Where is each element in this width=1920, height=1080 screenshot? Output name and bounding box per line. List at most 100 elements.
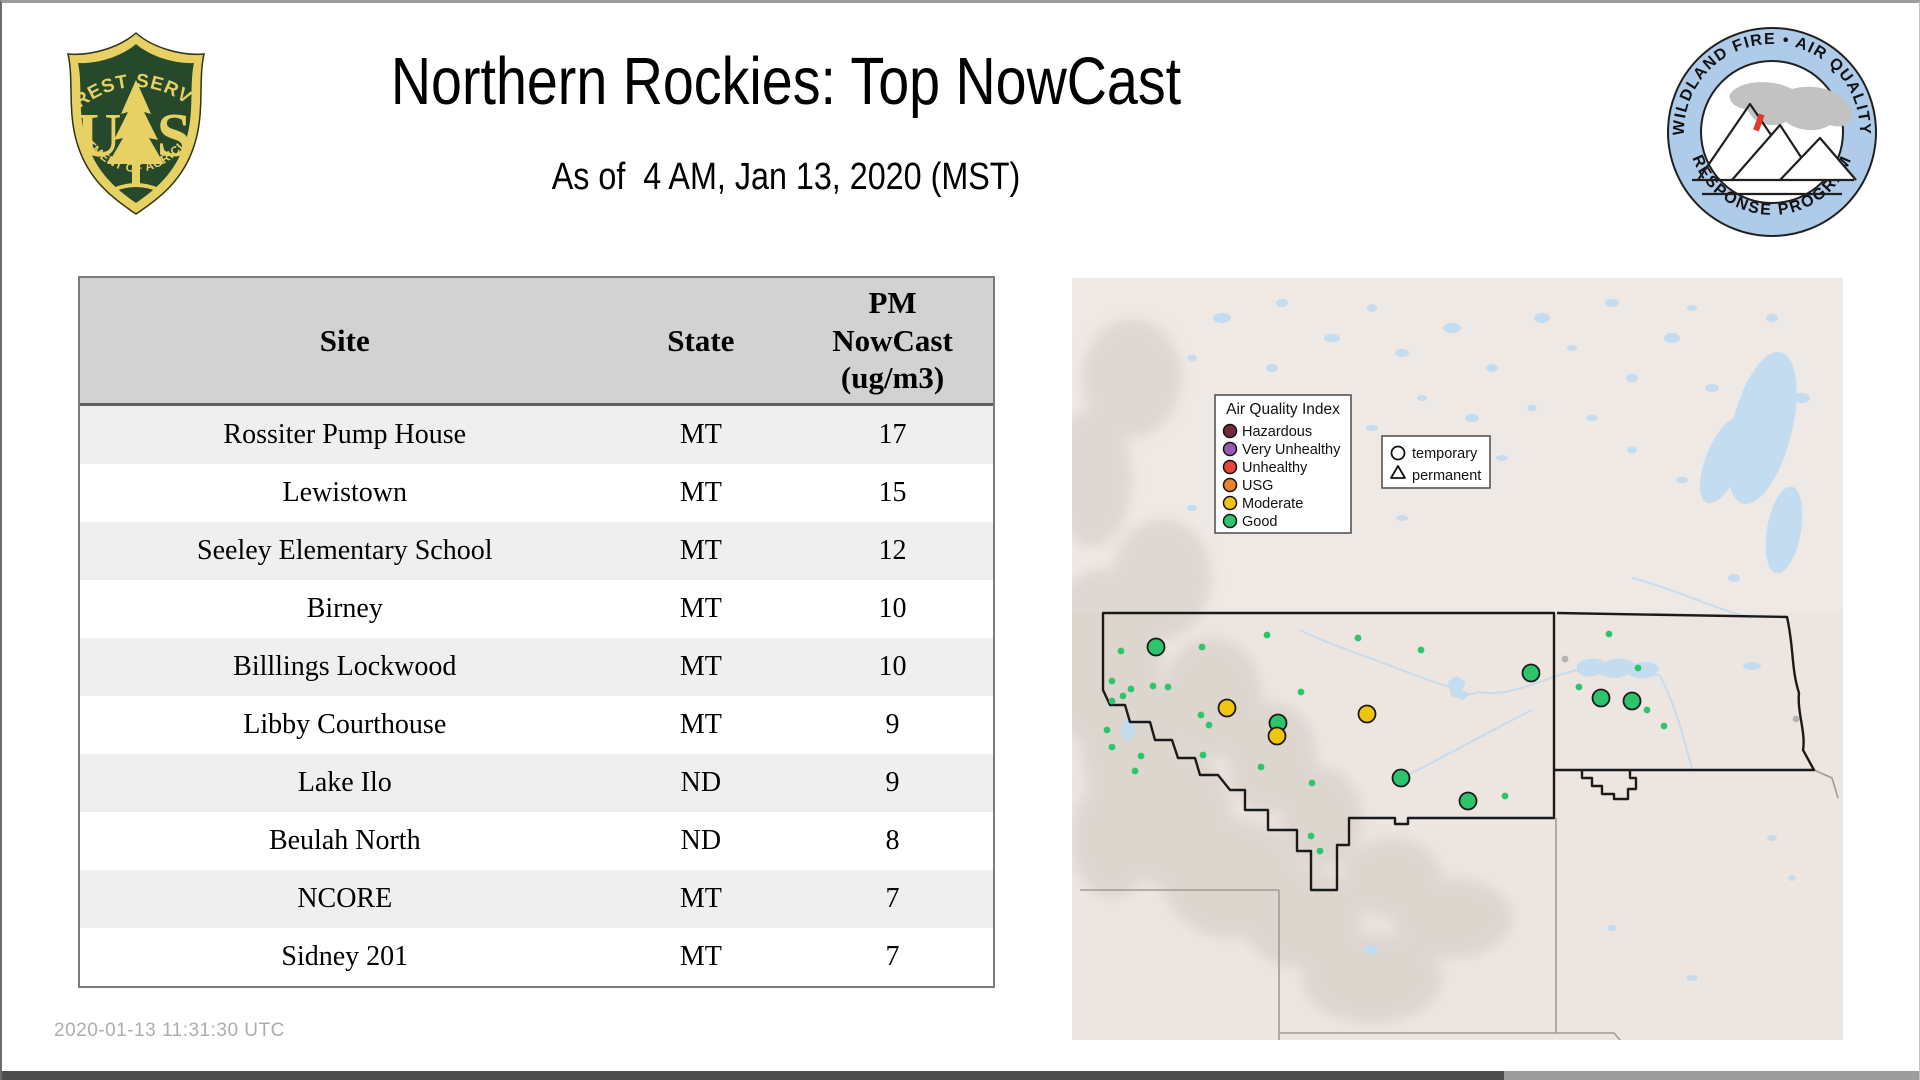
monitor-site-small [1197, 711, 1205, 719]
monitor-site-small [1199, 751, 1207, 759]
monitor-site-small [1164, 683, 1172, 691]
monitor-site-large [1357, 704, 1377, 724]
monitor-site-small [1137, 752, 1145, 760]
page-title: Northern Rockies: Top NowCast [390, 44, 1182, 119]
site-cell: Lewistown [282, 477, 407, 508]
monitor-site-small [1108, 677, 1116, 685]
aqi-legend-title: Air Quality Index [1226, 401, 1340, 418]
legend-dot-usg [1222, 477, 1238, 493]
monitor-site-small [1257, 763, 1265, 771]
monitor-site-small [1119, 692, 1127, 700]
nowcast-cell: 12 [878, 535, 907, 566]
monitor-site-small [1561, 655, 1569, 663]
state-cell: MT [679, 593, 722, 624]
monitor-site-large [1146, 637, 1166, 657]
nowcast-cell: 7 [885, 883, 900, 914]
nowcast-cell: 10 [878, 651, 907, 682]
monitor-site-small [1316, 847, 1324, 855]
monitor-site-small [1108, 697, 1116, 705]
nowcast-cell: 9 [885, 709, 900, 740]
monitor-site-small [1605, 630, 1613, 638]
wfaqrp-logo: WILDLAND FIRE • AIR QUALITY RESPONSE PRO… [1662, 22, 1882, 247]
monitor-site-small [1308, 779, 1316, 787]
nowcast-cell: 10 [878, 593, 907, 624]
table-row: Libby Courthouse MT 9 [80, 696, 993, 754]
usfs-logo: FOREST SERVICE U S DEPARTMENT OF AGRICUL… [47, 12, 217, 225]
legend-dot-very-unhealthy [1222, 441, 1238, 457]
state-cell: MT [679, 651, 722, 682]
wfaqrp-seal-icon: WILDLAND FIRE • AIR QUALITY RESPONSE PRO… [1667, 27, 1877, 237]
aqi-map: Air Quality Index Hazardous Very Unhealth… [1042, 278, 1843, 1041]
legend-dot-unhealthy [1222, 459, 1238, 475]
progress-scrollbar[interactable] [0, 1071, 1920, 1080]
marker-type-legend: temporary permanent [1381, 435, 1491, 489]
column-header-state: State [667, 322, 735, 358]
monitor-site-large [1267, 726, 1287, 746]
site-cell: Seeley Elementary School [197, 535, 493, 566]
aqi-legend: Air Quality Index Hazardous Very Unhealth… [1214, 394, 1352, 534]
table-row: Sidney 201 MT 7 [80, 928, 993, 986]
table-row: NCORE MT 7 [80, 870, 993, 928]
nowcast-cell: 9 [885, 767, 900, 798]
monitor-site-small [1149, 682, 1157, 690]
monitor-site-small [1117, 647, 1125, 655]
nowcast-cell: 17 [878, 419, 907, 450]
table-body: Rossiter Pump House MT 17 Lewistown MT 15 Seel… [80, 406, 993, 986]
nowcast-cell: 7 [885, 941, 900, 972]
site-cell: Birney [306, 593, 383, 624]
monitor-site-small [1198, 643, 1206, 651]
site-cell: Sidney 201 [281, 941, 409, 972]
legend-label: Good [1242, 514, 1277, 530]
monitor-site-large [1217, 698, 1237, 718]
monitor-site-small [1792, 715, 1800, 723]
monitor-site-small [1131, 767, 1139, 775]
state-cell: MT [679, 477, 722, 508]
site-cell: Libby Courthouse [243, 709, 447, 740]
table-row: Beulah North ND 8 [80, 812, 993, 870]
site-cell: Beulah North [268, 825, 421, 856]
legend-dot-hazardous [1222, 423, 1238, 439]
state-cell: MT [679, 535, 722, 566]
monitor-site-small [1354, 634, 1362, 642]
monitor-site-large [1391, 768, 1411, 788]
site-cell: NCORE [297, 883, 393, 914]
site-cell: Rossiter Pump House [223, 419, 467, 450]
legend-dot-good [1222, 513, 1238, 529]
monitor-site-small [1263, 631, 1271, 639]
state-cell: ND [680, 825, 722, 856]
monitor-site-small [1205, 721, 1213, 729]
temporary-label: temporary [1412, 446, 1478, 462]
site-cell: Lake Ilo [297, 767, 392, 798]
monitor-site-small [1660, 722, 1668, 730]
nowcast-table: Site State PM NowCast (ug/m3) Rossiter P… [78, 276, 995, 988]
usfs-shield-icon: FOREST SERVICE U S DEPARTMENT OF AGRICUL… [47, 12, 205, 215]
monitor-site-small [1575, 683, 1583, 691]
monitor-site-small [1501, 792, 1509, 800]
temporary-marker-icon [1390, 445, 1406, 461]
legend-label: Moderate [1242, 496, 1303, 512]
table-row: Birney MT 10 [80, 580, 993, 638]
monitor-site-small [1108, 743, 1116, 751]
state-cell: MT [679, 941, 722, 972]
monitor-site-small [1417, 646, 1425, 654]
table-row: Lake Ilo ND 9 [80, 754, 993, 812]
table-row: Billlings Lockwood MT 10 [80, 638, 993, 696]
nowcast-cell: 8 [885, 825, 900, 856]
permanent-label: permanent [1412, 468, 1481, 484]
monitor-site-large [1591, 688, 1611, 708]
state-cell: ND [680, 767, 722, 798]
legend-label: USG [1242, 478, 1273, 494]
table-row: Rossiter Pump House MT 17 [80, 406, 993, 464]
page-subtitle: As of 4 AM, Jan 13, 2020 (MST) [551, 156, 1021, 198]
map-canvas: Air Quality Index Hazardous Very Unhealth… [1042, 278, 1843, 1041]
monitor-site-small [1634, 664, 1642, 672]
state-cell: MT [679, 709, 722, 740]
nowcast-cell: 15 [878, 477, 907, 508]
monitor-site-large [1458, 791, 1478, 811]
state-cell: MT [679, 419, 722, 450]
column-header-nowcast: PM NowCast (ug/m3) [832, 284, 953, 396]
legend-label: Hazardous [1242, 424, 1312, 440]
monitor-site-small [1103, 726, 1111, 734]
legend-label: Unhealthy [1242, 460, 1308, 476]
generated-timestamp: 2020-01-13 11:31:30 UTC [54, 1020, 285, 1041]
